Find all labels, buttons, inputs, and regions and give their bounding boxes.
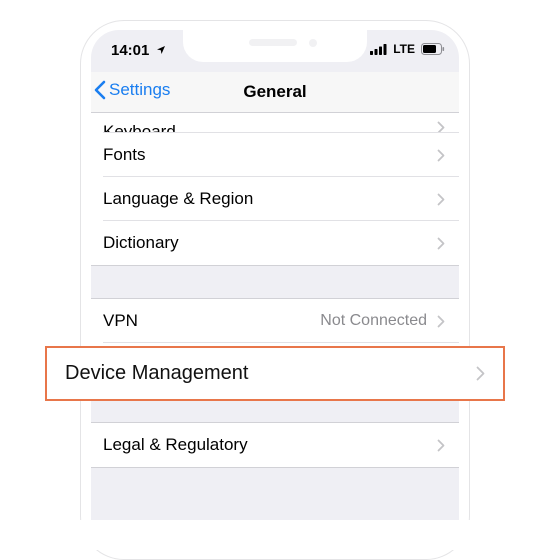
row-device-management-highlighted[interactable]: Device Management — [45, 346, 505, 401]
network-type: LTE — [393, 42, 415, 56]
notch — [183, 30, 367, 62]
vpn-status: Not Connected — [320, 312, 427, 329]
row-vpn[interactable]: VPN Not Connected — [91, 299, 459, 343]
chevron-right-icon — [437, 149, 445, 161]
row-language-region[interactable]: Language & Region — [91, 177, 459, 221]
row-keyboard[interactable]: Keyboard — [91, 113, 459, 133]
settings-group-3: Legal & Regulatory — [91, 423, 459, 467]
chevron-right-icon — [437, 439, 445, 451]
phone-screen: 14:01 LTE Settings General Keyboard Font… — [91, 30, 459, 530]
row-label: Language & Region — [103, 189, 254, 208]
status-time-text: 14:01 — [111, 42, 150, 59]
front-camera — [309, 39, 317, 47]
location-arrow-icon — [156, 46, 165, 54]
chevron-right-icon — [437, 237, 445, 249]
settings-group-1: Keyboard Fonts Language & Region Diction… — [91, 113, 459, 265]
status-bar-indicators: LTE — [370, 42, 445, 56]
row-label: Fonts — [103, 145, 146, 164]
chevron-right-icon — [437, 315, 445, 327]
row-legal-regulatory[interactable]: Legal & Regulatory — [91, 423, 459, 467]
battery-icon — [421, 43, 445, 55]
speaker-grille — [249, 39, 297, 46]
chevron-right-icon — [437, 121, 445, 133]
status-bar-time: 14:01 — [111, 42, 166, 59]
row-fonts[interactable]: Fonts — [91, 133, 459, 177]
bottom-fade — [80, 520, 470, 550]
settings-list: Keyboard Fonts Language & Region Diction… — [91, 113, 459, 501]
chevron-right-icon — [437, 193, 445, 205]
cellular-signal-icon — [370, 43, 387, 55]
row-label: VPN — [103, 311, 138, 330]
group-separator — [91, 467, 459, 501]
row-label: Legal & Regulatory — [103, 435, 248, 454]
row-label: Device Management — [65, 362, 249, 384]
navigation-bar: Settings General — [91, 72, 459, 113]
group-separator — [91, 265, 459, 299]
row-label: Dictionary — [103, 233, 179, 252]
row-label: Keyboard — [103, 122, 176, 133]
chevron-right-icon — [476, 366, 485, 381]
page-title: General — [243, 82, 307, 101]
row-dictionary[interactable]: Dictionary — [91, 221, 459, 265]
